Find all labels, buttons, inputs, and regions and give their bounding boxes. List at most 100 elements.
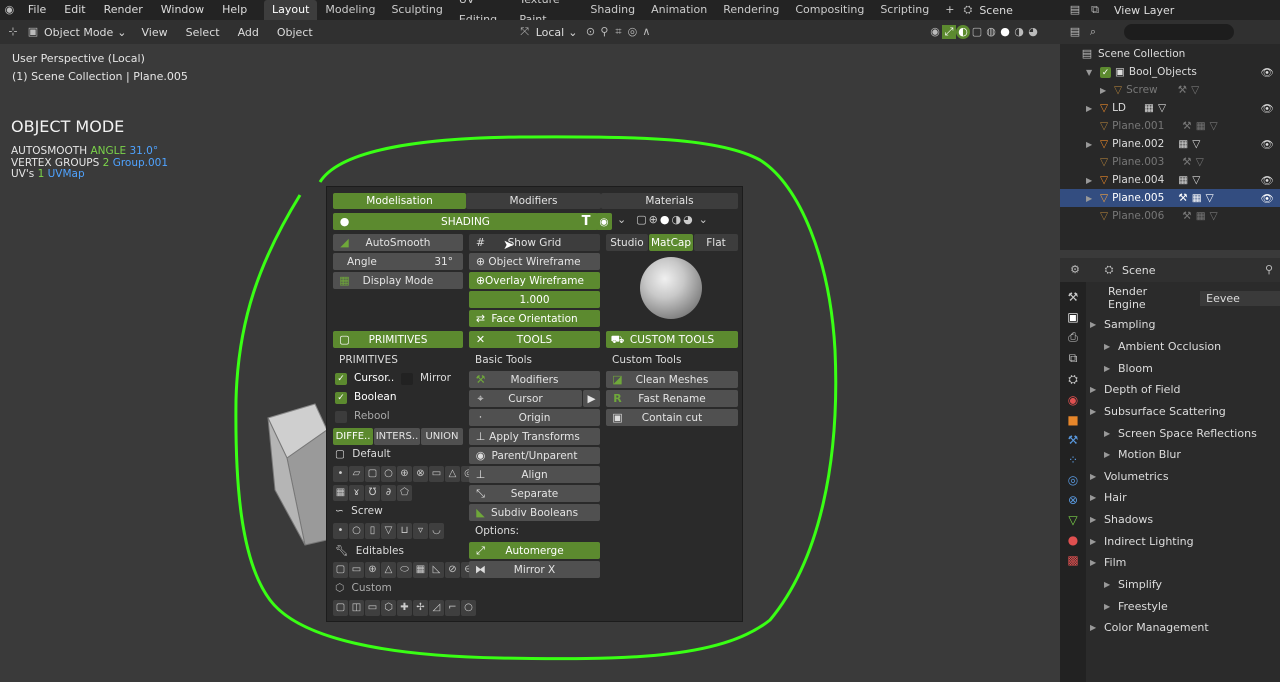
slant-icon[interactable]: ◿ bbox=[429, 600, 444, 616]
outliner-item-plane-005[interactable]: ▶ ▽ Plane.005 ⚒ ▦ ▽ 👁︎ bbox=[1060, 189, 1280, 207]
expand-arrow-icon[interactable]: ▶ bbox=[1086, 176, 1100, 185]
cross2-icon[interactable]: ✢ bbox=[413, 600, 428, 616]
menu-edit[interactable]: Edit bbox=[55, 0, 94, 20]
empty-icon[interactable]: ⬠ bbox=[397, 485, 412, 501]
bool-union-button[interactable]: UNION bbox=[421, 428, 463, 445]
expand-arrow-icon[interactable]: ▶ bbox=[1086, 140, 1100, 149]
shading-wireframe-icon[interactable]: ◍ bbox=[984, 25, 998, 39]
cube-icon[interactable]: ▢ bbox=[333, 600, 348, 616]
outliner-icon[interactable]: ▤ bbox=[1068, 3, 1082, 17]
parent-unparent-button[interactable]: ◉ Parent/Unparent bbox=[469, 447, 600, 464]
ico-sphere-icon[interactable]: ⊗ bbox=[413, 466, 428, 482]
step-icon[interactable]: ⌐ bbox=[445, 600, 460, 616]
eye-icon[interactable]: 👁︎ bbox=[1261, 138, 1274, 151]
dish-icon[interactable]: ◡ bbox=[429, 523, 444, 539]
display-mode-button[interactable]: ▦ Display Mode bbox=[333, 272, 463, 289]
primitives-header[interactable]: ▢ PRIMITIVES bbox=[333, 331, 463, 348]
text-tool-icon[interactable]: T bbox=[577, 213, 595, 230]
clean-meshes-button[interactable]: ◪ Clean Meshes bbox=[606, 371, 738, 388]
cube-icon[interactable]: ▢ bbox=[365, 466, 380, 482]
visibility-icon[interactable]: ◉ bbox=[928, 25, 942, 39]
tool-tab-icon[interactable]: ⚒ bbox=[1068, 290, 1079, 304]
grid-icon[interactable]: ▦ bbox=[333, 485, 348, 501]
xray-icon[interactable]: ▢ bbox=[970, 25, 984, 39]
solid-shading-icon[interactable]: ● bbox=[660, 213, 670, 226]
plane-icon[interactable]: ▱ bbox=[349, 466, 364, 482]
wireframe-shading-icon[interactable]: ⊕ bbox=[649, 213, 658, 226]
bool-intersect-button[interactable]: INTERS.. bbox=[374, 428, 420, 445]
outliner-item-plane-006[interactable]: ▽ Plane.006 ⚒ ▦ ▽ bbox=[1060, 207, 1280, 225]
section-bloom[interactable]: ▶ Bloom bbox=[1104, 358, 1153, 378]
material-shading-icon[interactable]: ◑ bbox=[671, 213, 681, 226]
scene-collection-row[interactable]: ▤ Scene Collection bbox=[1060, 45, 1280, 63]
constraints-tab-icon[interactable]: ⊗ bbox=[1068, 493, 1078, 507]
section-motion-blur[interactable]: ▶ Motion Blur bbox=[1104, 444, 1181, 464]
menu-add[interactable]: Add bbox=[229, 26, 268, 39]
apply-transforms-button[interactable]: ⊥ Apply Transforms bbox=[469, 428, 600, 445]
custom-tools-header[interactable]: ⛟ CUSTOM TOOLS bbox=[606, 331, 738, 348]
subdiv-booleans-button[interactable]: ◣ Subdiv Booleans bbox=[469, 504, 600, 521]
menu-select[interactable]: Select bbox=[177, 26, 229, 39]
eye-icon[interactable]: 👁︎ bbox=[1261, 66, 1274, 79]
section-hair[interactable]: ▶ Hair bbox=[1090, 487, 1127, 507]
pin-icon[interactable]: ⚲ bbox=[1262, 263, 1276, 277]
mode-dropdown[interactable]: ▣ Object Mode ⌄ bbox=[20, 23, 133, 41]
outliner-item-bool-objects[interactable]: ▼ ✓ ▣ Bool_Objects 👁︎ bbox=[1060, 63, 1280, 81]
object-wireframe-button[interactable]: ⊕ Object Wireframe bbox=[469, 253, 600, 270]
section-indirect-lighting[interactable]: ▶ Indirect Lighting bbox=[1090, 531, 1194, 551]
view-layer-selector[interactable]: View Layer bbox=[1114, 4, 1174, 17]
filter-icon[interactable]: ⌕ bbox=[1086, 25, 1100, 39]
shading-solid-icon[interactable]: ● bbox=[998, 25, 1012, 39]
mirror-checkbox[interactable] bbox=[401, 373, 413, 385]
tools-header[interactable]: ✕ TOOLS bbox=[469, 331, 600, 348]
origin-button[interactable]: ⸱ Origin bbox=[469, 409, 600, 426]
view-layer-tab-icon[interactable]: ⧉ bbox=[1069, 351, 1078, 366]
studio-button[interactable]: Studio bbox=[606, 234, 648, 251]
chevron-down-icon[interactable]: ⌄ bbox=[617, 213, 626, 226]
expand-arrow-icon[interactable]: ▶ bbox=[1100, 86, 1114, 95]
mirror-x-button[interactable]: ⧓ Mirror X bbox=[469, 561, 600, 578]
eye-icon[interactable]: 👁︎ bbox=[1261, 102, 1274, 115]
section-ambient-occlusion[interactable]: ▶ Ambient Occlusion bbox=[1104, 336, 1221, 356]
cursor-button[interactable]: ⌖ Cursor bbox=[469, 390, 582, 407]
menu-file[interactable]: File bbox=[19, 0, 55, 20]
shading-rendered-icon[interactable]: ◕ bbox=[1026, 25, 1040, 39]
bezier-icon[interactable]: ℧ bbox=[365, 485, 380, 501]
cylinder-icon[interactable]: ▭ bbox=[429, 466, 444, 482]
monkey-icon[interactable]: ɤ bbox=[349, 485, 364, 501]
scene-selector[interactable]: Scene bbox=[973, 4, 1060, 17]
circle-icon[interactable]: ○ bbox=[381, 466, 396, 482]
gizmo-icon[interactable]: ⤢ bbox=[942, 25, 956, 39]
editor-type-icon[interactable]: ⚙ bbox=[1068, 263, 1082, 277]
flat-button[interactable]: Flat bbox=[694, 234, 738, 251]
section-film[interactable]: ▶ Film bbox=[1090, 552, 1126, 572]
section-sampling[interactable]: ▶ Sampling bbox=[1090, 314, 1156, 334]
transform-orientation-dropdown[interactable]: ⤧ Local ⌄ bbox=[512, 23, 584, 41]
editor-type-icon[interactable]: ⊹ bbox=[6, 25, 20, 39]
cylinder-icon[interactable]: ▭ bbox=[349, 562, 364, 578]
particles-tab-icon[interactable]: ⁘ bbox=[1068, 453, 1078, 467]
cube-bevel-icon[interactable]: ◫ bbox=[349, 600, 364, 616]
capsule-icon[interactable]: ⬭ bbox=[397, 562, 412, 578]
eye-icon[interactable]: 👁︎ bbox=[1261, 192, 1274, 205]
boolean-checkbox[interactable]: ✓ bbox=[335, 392, 347, 404]
proportional-edit-icon[interactable]: ◎ bbox=[625, 25, 639, 39]
cone-icon[interactable]: △ bbox=[445, 466, 460, 482]
align-button[interactable]: ⊥ Align bbox=[469, 466, 600, 483]
angle-field[interactable]: Angle 31° bbox=[333, 253, 463, 270]
expand-arrow-icon[interactable]: ▶ bbox=[1086, 194, 1100, 203]
bool-difference-button[interactable]: DIFFE.. bbox=[333, 428, 373, 445]
section-freestyle[interactable]: ▶ Freestyle bbox=[1104, 596, 1168, 616]
section-depth-of-field[interactable]: ▶ Depth of Field bbox=[1090, 379, 1181, 399]
expand-arrow-icon[interactable]: ▼ bbox=[1086, 68, 1100, 77]
cylinder-icon[interactable]: ▭ bbox=[365, 600, 380, 616]
section-subsurface-scattering[interactable]: ▶ Subsurface Scattering bbox=[1090, 401, 1226, 421]
automerge-button[interactable]: ⤢ Automerge bbox=[469, 542, 600, 559]
render-tab-icon[interactable]: ▣ bbox=[1067, 310, 1078, 324]
circle-icon[interactable]: ○ bbox=[349, 523, 364, 539]
tab-modeling[interactable]: Modeling bbox=[317, 0, 383, 20]
tab-modelisation[interactable]: Modelisation bbox=[333, 193, 466, 209]
matcap-button[interactable]: MatCap bbox=[649, 234, 693, 251]
rebool-checkbox[interactable] bbox=[335, 411, 347, 423]
modifier-tab-icon[interactable]: ⚒ bbox=[1068, 433, 1079, 447]
